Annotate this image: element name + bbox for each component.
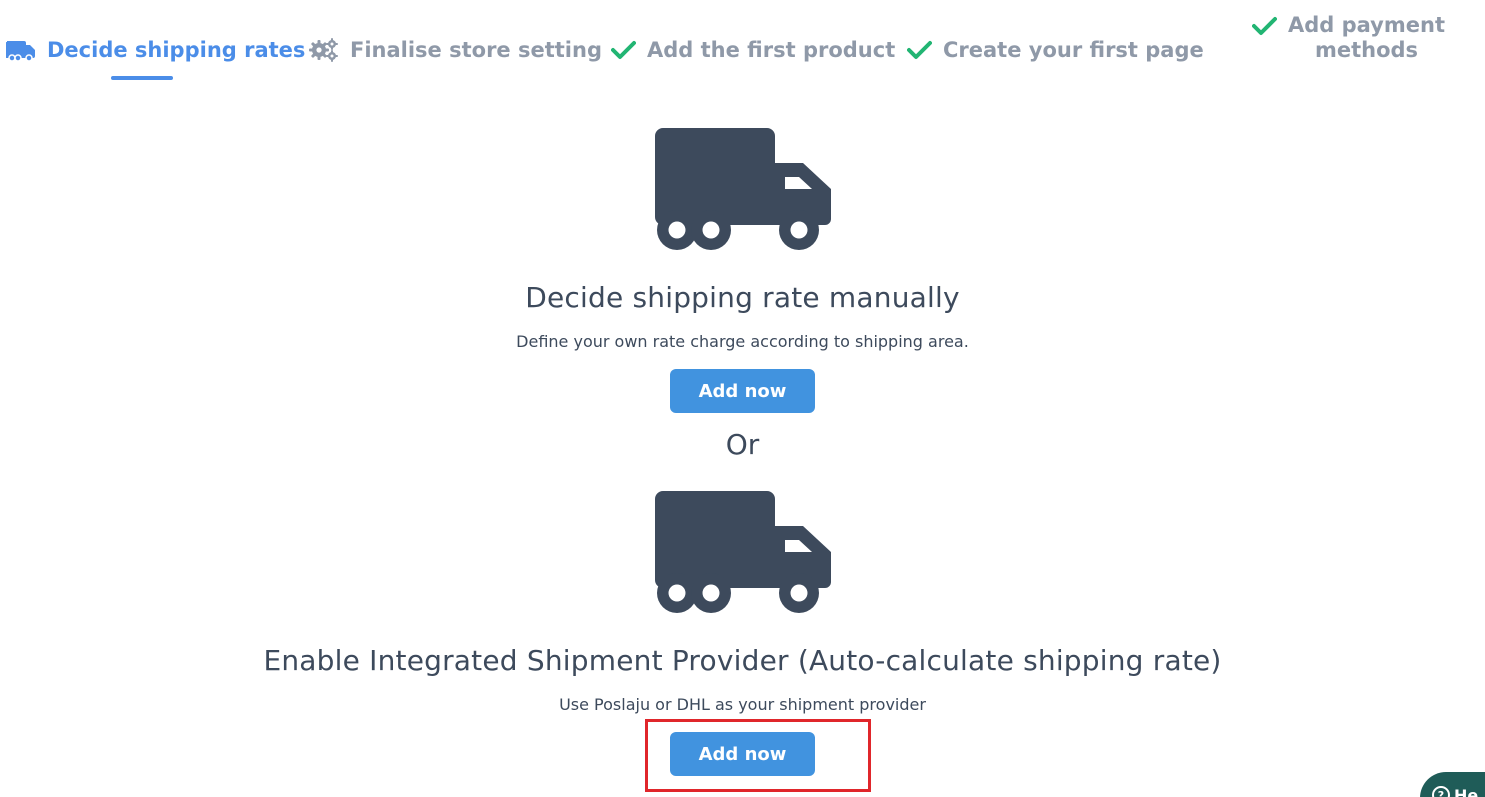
- add-now-button[interactable]: Add now: [670, 732, 815, 776]
- or-separator: Or: [725, 428, 760, 461]
- tab-label: Finalise store setting: [350, 38, 602, 62]
- tab-label: Add the first product: [647, 38, 896, 62]
- option-title: Enable Integrated Shipment Provider (Aut…: [263, 644, 1222, 677]
- tab-finalise-store-setting[interactable]: Finalise store setting: [309, 38, 602, 62]
- check-icon: [1252, 16, 1277, 36]
- add-now-button[interactable]: Add now: [670, 369, 815, 413]
- manual-shipping-option: Decide shipping rate manually Define you…: [0, 128, 1485, 413]
- gears-icon: [309, 38, 339, 62]
- tab-label: Add payment methods: [1288, 13, 1445, 63]
- setup-steps-nav: Decide shipping rates Finalise store set…: [0, 0, 1485, 90]
- tab-label-line2: methods: [1314, 38, 1419, 62]
- integrated-shipment-option: Enable Integrated Shipment Provider (Aut…: [0, 491, 1485, 776]
- tab-create-first-page[interactable]: Create your first page: [907, 38, 1204, 62]
- tab-decide-shipping-rates[interactable]: Decide shipping rates: [6, 38, 305, 62]
- tab-add-first-product[interactable]: Add the first product: [611, 38, 895, 62]
- option-description: Define your own rate charge according to…: [516, 332, 969, 351]
- option-description: Use Poslaju or DHL as your shipment prov…: [559, 695, 926, 714]
- option-title: Decide shipping rate manually: [525, 281, 960, 314]
- truck-icon: [654, 128, 831, 250]
- truck-icon: [6, 39, 36, 61]
- tab-label: Decide shipping rates: [47, 38, 306, 62]
- active-tab-indicator: [111, 76, 173, 80]
- tab-label-line1: Add payment: [1288, 13, 1445, 37]
- truck-icon: [654, 491, 831, 613]
- tab-add-payment-methods[interactable]: Add payment methods: [1252, 13, 1445, 63]
- question-icon: ?: [1432, 786, 1450, 797]
- check-icon: [611, 40, 636, 60]
- check-icon: [907, 40, 932, 60]
- tab-label: Create your first page: [943, 38, 1204, 62]
- help-label: He: [1454, 786, 1479, 797]
